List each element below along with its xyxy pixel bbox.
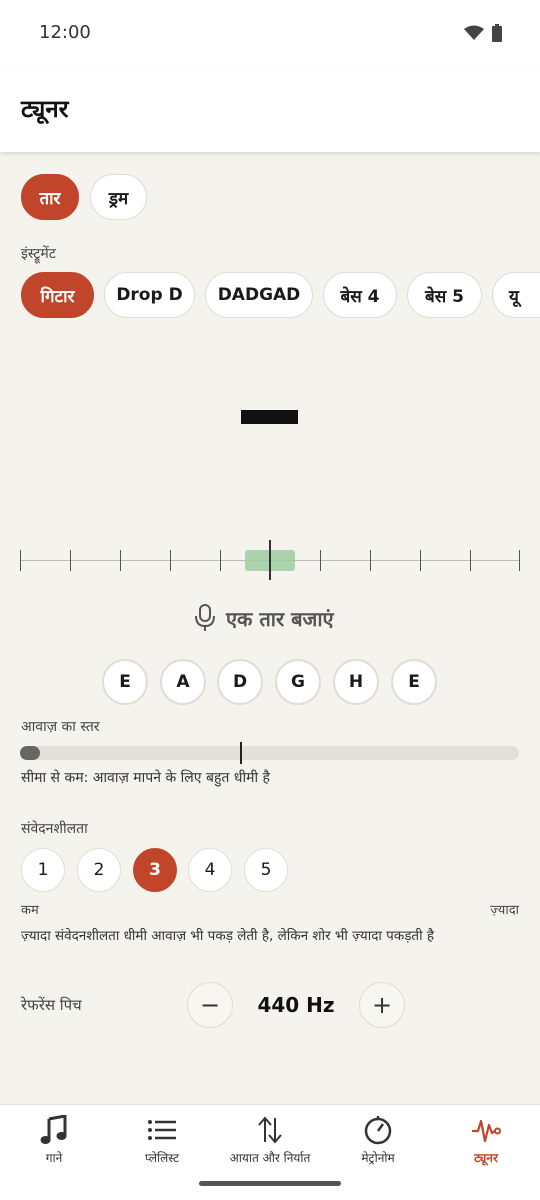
meter-tick [170,550,171,571]
status-bar: 12:00 [0,0,540,68]
nav-label-metronome: मेट्रोनोम [361,1151,395,1165]
nav-label-playlist: प्लेलिस्ट [144,1151,179,1165]
meter-tick [120,550,121,571]
meter-tick [470,550,471,571]
sensitivity-option-3[interactable]: 3 [133,848,177,892]
volume-message: सीमा से कम: आवाज़ मापने के लिए बहुत धीमी… [21,770,270,786]
volume-level-track [20,746,519,760]
tuning-meter [20,540,520,580]
instrument-chip-drop-d[interactable]: Drop D [104,272,195,318]
meter-tick [320,550,321,571]
tab-drums[interactable]: ड्रम [90,174,147,220]
instrument-chip-bass-5[interactable]: बेस 5 [407,272,482,318]
nav-label-songs: गाने [45,1151,63,1165]
pitch-increase-button[interactable]: + [359,982,405,1028]
meter-center-line [269,540,271,580]
sensitivity-hint: ज़्यादा संवेदनशीलता धीमी आवाज़ भी पकड़ ल… [21,928,435,944]
string-button-3[interactable]: D [217,659,263,705]
app-bar: ट्यूनर [0,68,540,152]
play-prompt-text: एक तार बजाएं [226,606,334,631]
sensitivity-option-1[interactable]: 1 [21,848,65,892]
sensitivity-high-label: ज़्यादा [490,903,519,918]
string-button-1[interactable]: E [102,659,148,705]
nav-label-import-export: आयात और निर्यात [229,1151,311,1165]
meter-tick [220,550,221,571]
nav-item-tuner[interactable]: ट्यूनर [432,1105,540,1181]
volume-label: आवाज़ का स्तर [21,719,100,735]
sensitivity-option-2[interactable]: 2 [77,848,121,892]
sensitivity-option-4[interactable]: 4 [188,848,232,892]
string-button-4[interactable]: G [275,659,321,705]
tab-strings[interactable]: तार [21,174,79,220]
metronome-icon [364,1116,392,1145]
instrument-label: इंस्ट्रूमेंट [21,246,56,262]
tuner-reading-dash [241,410,298,424]
string-button-5[interactable]: H [333,659,379,705]
wifi-icon [464,25,484,40]
nav-item-metronome[interactable]: मेट्रोनोम [324,1105,432,1181]
sensitivity-option-5[interactable]: 5 [244,848,288,892]
instrument-chip-bass-4[interactable]: बेस 4 [323,272,397,318]
play-prompt: एक तार बजाएं [194,604,334,632]
meter-tick [70,550,71,571]
import-export-icon [258,1116,282,1144]
instrument-chip-dadgad[interactable]: DADGAD [205,272,313,318]
music-note-icon [40,1115,67,1144]
instrument-chip-more[interactable]: यू [492,272,540,318]
nav-item-import-export[interactable]: आयात और निर्यात [216,1105,324,1181]
volume-threshold-marker [240,742,242,764]
meter-tick [20,550,21,571]
microphone-icon [195,604,215,631]
tuner-wave-icon [472,1119,501,1143]
sensitivity-low-label: कम [21,903,39,918]
string-button-2[interactable]: A [160,659,206,705]
sensitivity-label: संवेदनशीलता [21,821,88,837]
meter-tick [370,550,371,571]
meter-tick [519,550,520,571]
gesture-handle [199,1181,341,1186]
page-title: ट्यूनर [21,95,69,123]
pitch-decrease-button[interactable]: − [187,982,233,1028]
volume-level-fill [20,746,40,760]
status-time: 12:00 [39,22,91,43]
battery-icon [492,24,502,42]
string-button-6[interactable]: E [391,659,437,705]
status-icons [464,24,502,42]
nav-item-playlist[interactable]: प्लेलिस्ट [108,1105,216,1181]
list-icon [148,1120,176,1140]
nav-label-tuner: ट्यूनर [474,1151,498,1165]
meter-tick [420,550,421,571]
reference-pitch-value: 440 Hz [257,993,335,1017]
nav-item-songs[interactable]: गाने [0,1105,108,1181]
reference-pitch-label: रेफरेंस पिच [21,996,82,1014]
instrument-chip-guitar[interactable]: गिटार [21,272,94,318]
